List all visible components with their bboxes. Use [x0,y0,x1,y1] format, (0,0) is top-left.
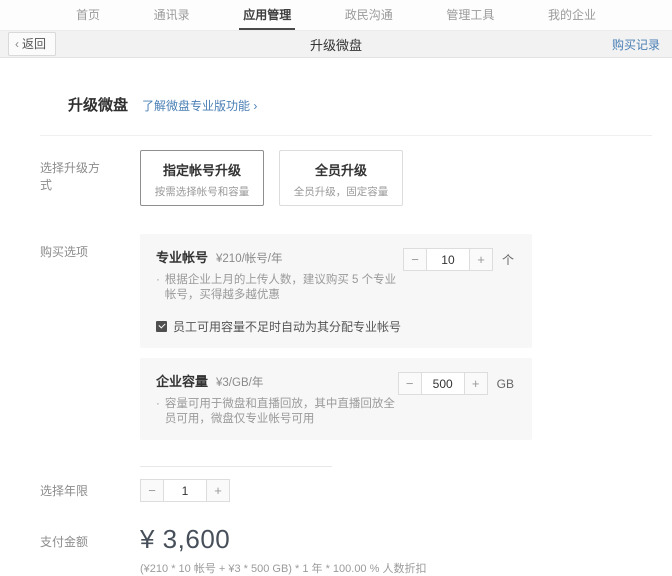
plus-button[interactable]: + [206,479,230,502]
page-title: 升级微盘 [309,37,362,53]
plus-button[interactable]: + [468,248,493,271]
pro-account-description: 根据企业上月的上传人数，建议购买 5 个专业帐号，买得越多越优惠 [164,274,397,301]
divider [40,135,652,136]
card-all-members[interactable]: 全员升级 全员升级，固定容量 [279,150,403,206]
card-subtitle: 全员升级，固定容量 [293,186,389,198]
tab-my-enterprise[interactable]: 我的企业 [544,0,600,30]
divider [140,466,332,467]
pro-account-price: ¥210/帐号/年 [216,253,283,265]
tab-app-management[interactable]: 应用管理 [239,0,296,30]
tab-communication[interactable]: 政民沟通 [341,0,397,30]
capacity-price: ¥3/GB/年 [216,377,264,389]
duration-stepper: − 1 + [140,479,230,502]
minus-button[interactable]: − [402,248,427,271]
account-stepper: − 10 + [402,248,493,271]
pro-account-title: 专业帐号 [156,250,209,265]
capacity-input[interactable]: 500 [421,372,464,395]
purchase-options-label: 购买选项 [40,245,89,259]
auto-assign-checkbox[interactable] [156,321,167,332]
card-specified-accounts[interactable]: 指定帐号升级 按需选择帐号和容量 [140,150,264,206]
tab-home[interactable]: 首页 [72,0,104,30]
account-count-input[interactable]: 10 [426,248,469,271]
enterprise-capacity-panel: 企业容量 ¥3/GB/年 · 容量可用于微盘和直播回放，其中直播回放全员可用，微… [140,358,532,440]
minus-button[interactable]: − [397,372,422,395]
capacity-title: 企业容量 [156,374,209,389]
tab-contacts[interactable]: 通讯录 [150,0,194,30]
upgrade-method-label: 选择升级方式 [40,161,101,192]
payment-label: 支付金额 [40,535,89,549]
tab-admin-tools[interactable]: 管理工具 [442,0,498,30]
page-header: ‹ 返回 升级微盘 购买记录 [0,30,672,58]
plus-button[interactable]: + [463,372,488,395]
purchase-records-link[interactable]: 购买记录 [612,36,660,53]
card-subtitle: 按需选择帐号和容量 [154,186,250,198]
top-nav: 首页 通讯录 应用管理 政民沟通 管理工具 我的企业 [0,0,672,30]
capacity-description: 容量可用于微盘和直播回放，其中直播回放全员可用，微盘仅专业帐号可用 [164,398,395,425]
duration-label: 选择年限 [40,484,89,498]
section-heading: 升级微盘 [68,97,129,114]
auto-assign-label[interactable]: 员工可用容量不足时自动为其分配专业帐号 [173,318,401,335]
pro-account-panel: 专业帐号 ¥210/帐号/年 · 根据企业上月的上传人数，建议购买 5 个专业帐… [140,234,532,348]
payment-amount: ¥ 3,600 [140,524,231,554]
bullet-icon: · [156,274,160,286]
card-title: 指定帐号升级 [162,163,241,178]
card-title: 全员升级 [314,163,367,178]
learn-features-link[interactable]: 了解微盘专业版功能 › [142,97,257,114]
capacity-unit: GB [496,376,514,391]
duration-input[interactable]: 1 [164,479,206,502]
bullet-icon: · [156,398,160,410]
main-content: 升级微盘 了解微盘专业版功能 › 选择升级方式 指定帐号升级 按需选择帐号和容量… [0,58,672,576]
capacity-stepper: − 500 + [397,372,488,395]
minus-button[interactable]: − [140,479,164,502]
payment-formula: (¥210 * 10 帐号 + ¥3 * 500 GB) * 1 年 * 100… [140,563,427,575]
account-unit: 个 [501,253,514,267]
